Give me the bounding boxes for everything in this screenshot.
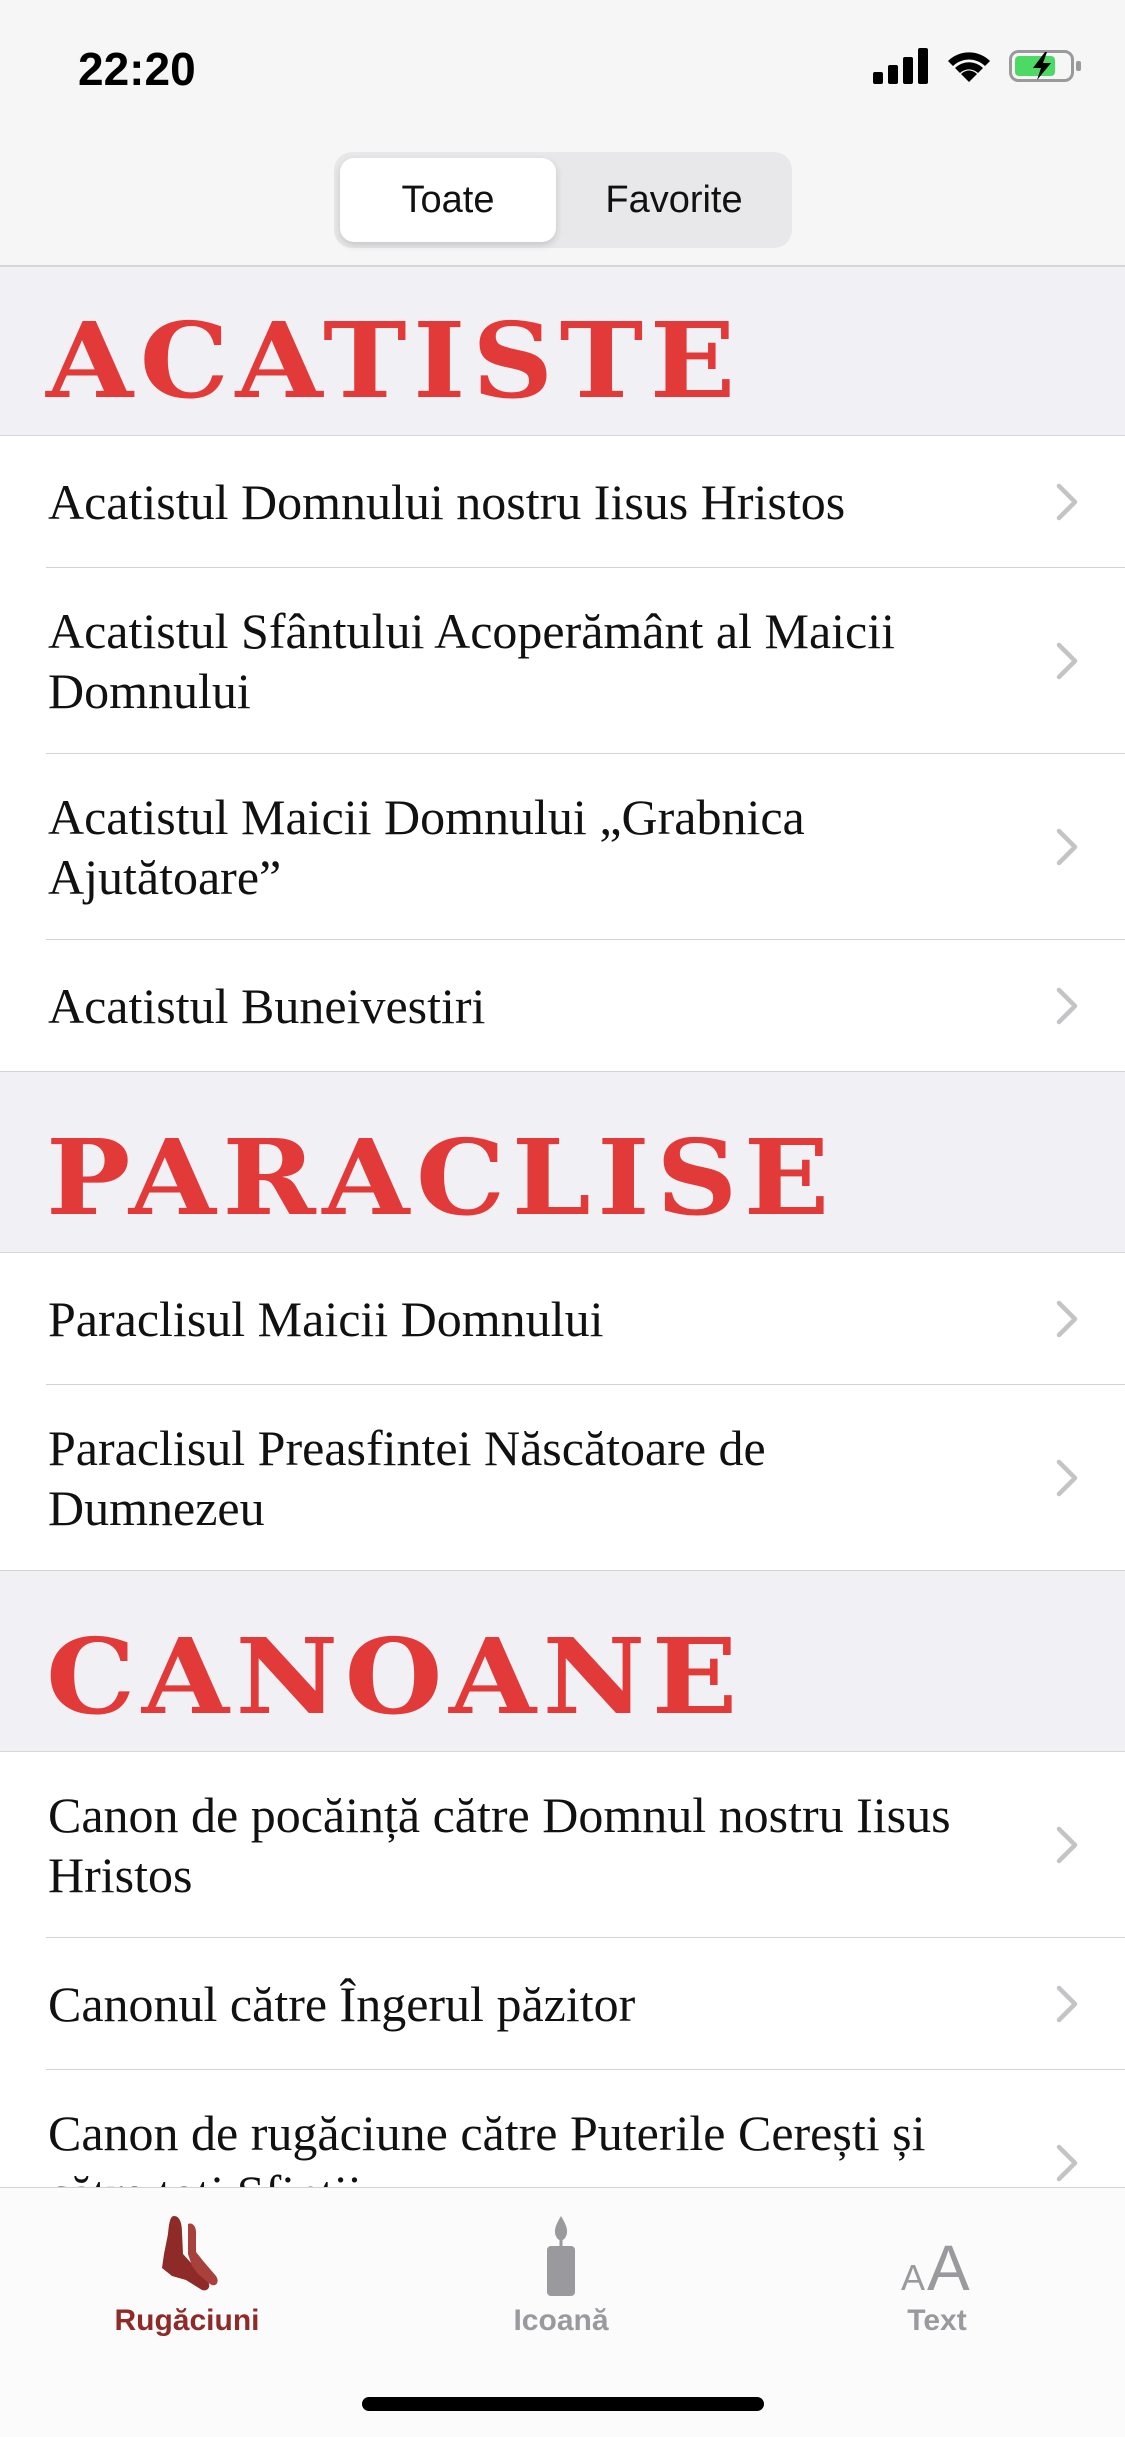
status-bar: 22:20 <box>0 0 1125 140</box>
list-item-label: Paraclisul Maicii Domnului <box>48 1291 604 1347</box>
chevron-right-icon <box>1056 2144 1078 2182</box>
list-item[interactable]: Acatistul Sfântului Acoperământ al Maici… <box>0 568 1125 754</box>
list-item-label: Acatistul Maicii Domnului „Grabnica Ajut… <box>48 789 805 905</box>
segment-favorite[interactable]: Favorite <box>562 158 786 242</box>
section-header-acatiste: ACATISTE <box>0 267 1125 436</box>
tab-label: Rugăciuni <box>114 2304 260 2337</box>
section-list-acatiste: Acatistul Domnului nostru Iisus Hristos … <box>0 436 1125 1072</box>
section-header-paraclise: PARACLISE <box>0 1072 1125 1253</box>
chevron-right-icon <box>1056 1826 1078 1864</box>
chevron-right-icon <box>1056 642 1078 680</box>
list-item-label: Acatistul Buneivestiri <box>48 978 486 1034</box>
list-item-label: Canonul către Îngerul păzitor <box>48 1976 636 2032</box>
chevron-right-icon <box>1056 828 1078 866</box>
chevron-right-icon <box>1056 1300 1078 1338</box>
list-item-label: Acatistul Domnului nostru Iisus Hristos <box>48 474 846 530</box>
status-icons <box>873 48 1083 88</box>
wifi-icon <box>948 52 990 82</box>
list-item[interactable]: Acatistul Buneivestiri <box>0 940 1125 1072</box>
list-item[interactable]: Canon de pocăință către Domnul nostru Ii… <box>0 1752 1125 1938</box>
candle-icon <box>436 2206 686 2296</box>
list-item[interactable]: Acatistul Maicii Domnului „Grabnica Ajut… <box>0 754 1125 940</box>
section-list-paraclise: Paraclisul Maicii Domnului Paraclisul Pr… <box>0 1253 1125 1571</box>
section-header-canoane: CANOANE <box>0 1571 1125 1752</box>
list-item[interactable]: Canonul către Îngerul păzitor <box>0 1938 1125 2070</box>
praying-hands-icon <box>62 2206 312 2296</box>
list-item-label: Acatistul Sfântului Acoperământ al Maici… <box>48 603 895 719</box>
svg-text:A: A <box>927 2232 970 2296</box>
battery-charging-icon <box>1009 50 1081 82</box>
segment-toate[interactable]: Toate <box>340 158 556 242</box>
list-item[interactable]: Paraclisul Maicii Domnului <box>0 1253 1125 1385</box>
tab-label: Text <box>907 2304 967 2337</box>
segment-header: Toate Favorite <box>0 140 1125 267</box>
list-item[interactable]: Acatistul Domnului nostru Iisus Hristos <box>0 436 1125 568</box>
chevron-right-icon <box>1056 483 1078 521</box>
tab-text[interactable]: A A Text <box>812 2206 1062 2338</box>
list-item-label: Canon de pocăință către Domnul nostru Ii… <box>48 1787 951 1903</box>
chevron-right-icon <box>1056 987 1078 1025</box>
cellular-signal-icon <box>873 48 928 84</box>
section-title: PARACLISE <box>46 1116 836 1239</box>
tab-label: Icoană <box>513 2304 609 2337</box>
chevron-right-icon <box>1056 1459 1078 1497</box>
section-title: CANOANE <box>46 1615 744 1738</box>
svg-text:A: A <box>901 2257 925 2296</box>
tab-icoana[interactable]: Icoană <box>436 2206 686 2338</box>
status-time: 22:20 <box>78 43 196 95</box>
segmented-control: Toate Favorite <box>334 152 792 248</box>
tab-rugaciuni[interactable]: Rugăciuni <box>62 2206 312 2338</box>
list-item-label: Canon de rugăciune către Puterile Cereșt… <box>48 2105 926 2187</box>
list-item-label: Paraclisul Preasfintei Născătoare de Dum… <box>48 1420 766 1536</box>
prayer-list[interactable]: ACATISTE Acatistul Domnului nostru Iisus… <box>0 267 1125 2187</box>
list-item[interactable]: Paraclisul Preasfintei Născătoare de Dum… <box>0 1385 1125 1571</box>
section-list-canoane: Canon de pocăință către Domnul nostru Ii… <box>0 1752 1125 2187</box>
text-size-icon: A A <box>812 2206 1062 2296</box>
chevron-right-icon <box>1056 1985 1078 2023</box>
list-item[interactable]: Canon de rugăciune către Puterile Cereșt… <box>0 2070 1125 2187</box>
home-indicator <box>362 2397 764 2411</box>
section-title: ACATISTE <box>46 299 742 422</box>
